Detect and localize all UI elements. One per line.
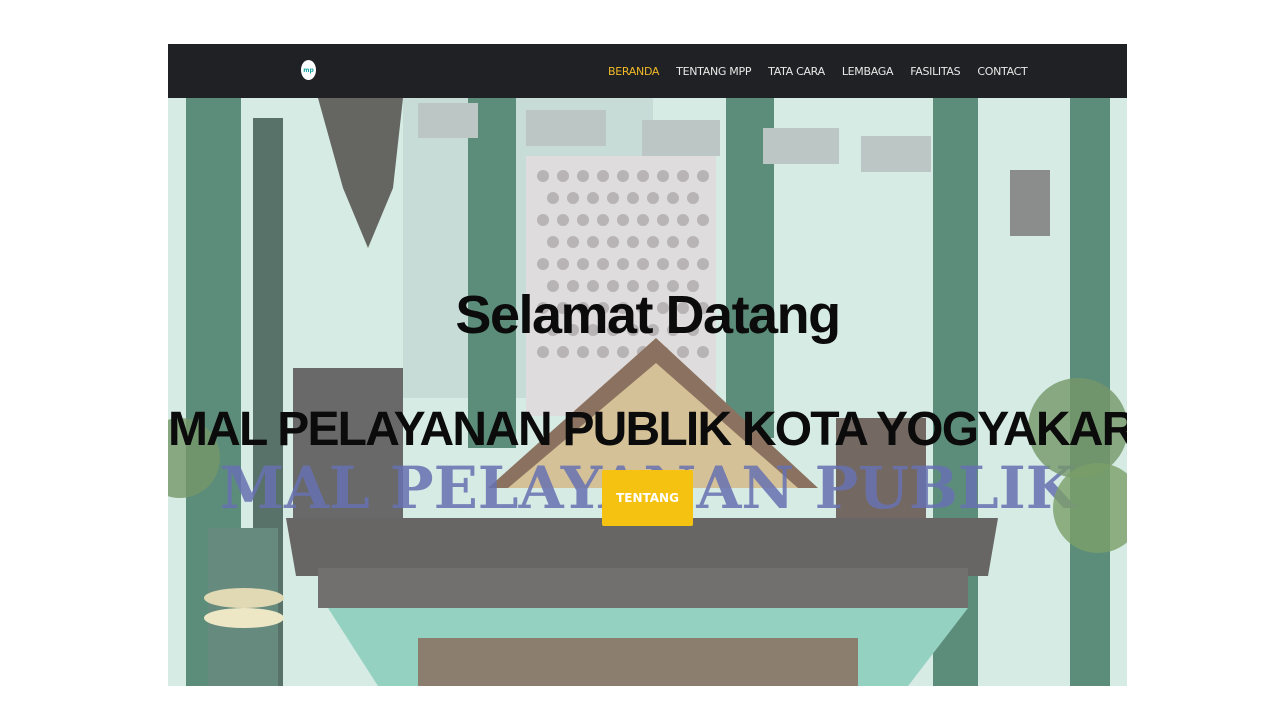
nav-item-lembaga[interactable]: LEMBAGA: [842, 65, 894, 78]
tentang-button[interactable]: TENTANG: [602, 470, 693, 526]
hero-overlay: [168, 98, 1127, 686]
logo-text: mp: [303, 66, 314, 74]
main-nav: BERANDA TENTANG MPP TATA CARA LEMBAGA FA…: [608, 44, 1044, 98]
nav-item-fasilitas[interactable]: FASILITAS: [910, 65, 960, 78]
hero-section: MAL PELAYANAN PUBLIK Selamat Datang MAL …: [168, 98, 1127, 686]
nav-item-contact[interactable]: CONTACT: [977, 65, 1027, 78]
browser-viewport: mp BERANDA TENTANG MPP TATA CARA LEMBAGA…: [168, 44, 1127, 686]
navbar: mp BERANDA TENTANG MPP TATA CARA LEMBAGA…: [168, 44, 1127, 98]
nav-item-tata-cara[interactable]: TATA CARA: [768, 65, 825, 78]
nav-item-tentang-mpp[interactable]: TENTANG MPP: [676, 65, 751, 78]
site-logo[interactable]: mp: [301, 60, 316, 80]
hero-subtitle: MAL PELAYANAN PUBLIK KOTA YOGYAKARTA: [168, 402, 1127, 456]
hero-title: Selamat Datang: [455, 285, 841, 346]
nav-item-beranda[interactable]: BERANDA: [608, 65, 659, 78]
